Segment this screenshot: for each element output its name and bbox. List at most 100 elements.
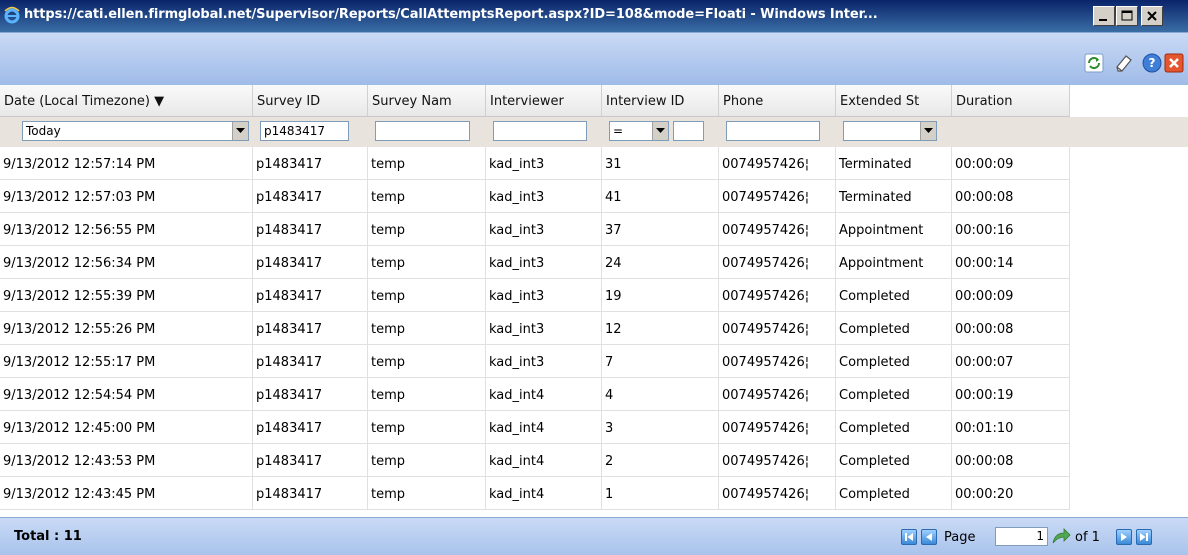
table-row[interactable]: 9/13/2012 12:55:17 PM p1483417 temp kad_int… [0,345,1070,378]
cell-interviewer: kad_int3 [486,312,602,345]
cell-date: 9/13/2012 12:57:03 PM [0,180,253,213]
maximize-button[interactable] [1116,6,1138,26]
cell-phone: 0074957426¦ [719,279,836,312]
previous-page-button[interactable] [921,529,937,545]
cell-duration: 00:00:08 [952,312,1070,345]
column-header-extended-status[interactable]: Extended St [836,85,952,117]
column-header-interview-id[interactable]: Interview ID [602,85,719,117]
extended-status-filter-select[interactable] [843,121,937,141]
eraser-icon [1116,55,1132,72]
page-number-input[interactable]: 1 [995,527,1048,546]
cell-interviewer: kad_int3 [486,345,602,378]
cell-interview-id: 24 [602,246,719,279]
cell-duration: 00:01:10 [952,411,1070,444]
cell-interview-id: 19 [602,279,719,312]
cell-interview-id: 37 [602,213,719,246]
ie-icon [4,6,20,24]
cell-interviewer: kad_int4 [486,444,602,477]
refresh-button[interactable] [1083,52,1107,76]
survey-name-filter-input[interactable] [375,121,470,141]
table-row[interactable]: 9/13/2012 12:55:39 PM p1483417 temp kad_int… [0,279,1070,312]
table-row[interactable]: 9/13/2012 12:43:45 PM p1483417 temp kad_int… [0,477,1070,510]
column-header-date[interactable]: Date (Local Timezone) ▼ [0,85,253,117]
cell-extended-status: Completed [836,312,952,345]
date-filter-select[interactable]: Today [22,121,249,141]
minimize-icon [1099,19,1107,21]
cell-interviewer: kad_int4 [486,378,602,411]
cell-phone: 0074957426¦ [719,444,836,477]
help-icon: ? [1142,53,1162,73]
table-row[interactable]: 9/13/2012 12:57:03 PM p1483417 temp kad_int… [0,180,1070,213]
go-arrow-icon [1052,528,1071,544]
window-close-button[interactable] [1141,6,1163,26]
interview-id-filter-input[interactable] [673,121,704,141]
cell-survey-name: temp [368,378,486,411]
report-toolbar: ? [0,32,1188,85]
total-count: Total : 11 [14,529,82,544]
column-header-duration[interactable]: Duration [952,85,1070,117]
table-row[interactable]: 9/13/2012 12:56:34 PM p1483417 temp kad_int… [0,246,1070,279]
cell-survey-name: temp [368,213,486,246]
go-to-page-button[interactable] [1050,526,1072,546]
close-report-button[interactable] [1163,52,1187,76]
last-page-button[interactable] [1136,529,1152,545]
help-button[interactable]: ? [1141,52,1165,76]
cell-survey-name: temp [368,312,486,345]
cell-date: 9/13/2012 12:55:17 PM [0,345,253,378]
cell-duration: 00:00:09 [952,147,1070,180]
cell-duration: 00:00:19 [952,378,1070,411]
cell-date: 9/13/2012 12:55:26 PM [0,312,253,345]
next-page-icon [1121,533,1127,541]
clear-filters-button[interactable] [1113,52,1137,76]
cell-extended-status: Appointment [836,213,952,246]
cell-phone: 0074957426¦ [719,312,836,345]
svg-text:?: ? [1149,56,1156,70]
cell-survey-name: temp [368,411,486,444]
cell-interview-id: 12 [602,312,719,345]
phone-filter-input[interactable] [726,121,820,141]
first-page-button[interactable] [901,529,917,545]
table-row[interactable]: 9/13/2012 12:45:00 PM p1483417 temp kad_int… [0,411,1070,444]
minimize-button[interactable] [1093,6,1115,26]
cell-interview-id: 3 [602,411,719,444]
cell-extended-status: Completed [836,279,952,312]
column-header-survey-id[interactable]: Survey ID [253,85,368,117]
dropdown-arrow[interactable] [232,122,248,140]
cell-survey-id: p1483417 [253,246,368,279]
chevron-down-icon [656,128,665,133]
previous-page-icon [926,533,932,541]
column-header-interviewer[interactable]: Interviewer [486,85,602,117]
cell-phone: 0074957426¦ [719,345,836,378]
interview-id-operator-select[interactable]: = [609,121,669,141]
refresh-icon [1084,53,1104,73]
cell-interviewer: kad_int3 [486,213,602,246]
cell-survey-name: temp [368,477,486,510]
table-row[interactable]: 9/13/2012 12:55:26 PM p1483417 temp kad_int… [0,312,1070,345]
cell-survey-id: p1483417 [253,312,368,345]
cell-date: 9/13/2012 12:45:00 PM [0,411,253,444]
dropdown-arrow[interactable] [652,122,668,140]
page-label: Page [944,530,976,545]
cell-interview-id: 41 [602,180,719,213]
survey-id-filter-input[interactable]: p1483417 [260,121,349,141]
dropdown-arrow[interactable] [920,122,936,140]
cell-duration: 00:00:20 [952,477,1070,510]
interviewer-filter-input[interactable] [493,121,587,141]
table-row[interactable]: 9/13/2012 12:56:55 PM p1483417 temp kad_int… [0,213,1070,246]
cell-survey-name: temp [368,345,486,378]
table-row[interactable]: 9/13/2012 12:54:54 PM p1483417 temp kad_int… [0,378,1070,411]
table-row[interactable]: 9/13/2012 12:57:14 PM p1483417 temp kad_int… [0,147,1070,180]
window-titlebar: https://cati.ellen.firmglobal.net/Superv… [0,0,1188,32]
cell-duration: 00:00:09 [952,279,1070,312]
cell-interview-id: 1 [602,477,719,510]
cell-duration: 00:00:16 [952,213,1070,246]
cell-interviewer: kad_int3 [486,147,602,180]
cell-date: 9/13/2012 12:43:45 PM [0,477,253,510]
first-page-icon [905,533,913,541]
column-header-phone[interactable]: Phone [719,85,836,117]
cell-survey-name: temp [368,180,486,213]
table-row[interactable]: 9/13/2012 12:43:53 PM p1483417 temp kad_int… [0,444,1070,477]
cell-date: 9/13/2012 12:43:53 PM [0,444,253,477]
next-page-button[interactable] [1116,529,1132,545]
column-header-survey-name[interactable]: Survey Nam [368,85,486,117]
